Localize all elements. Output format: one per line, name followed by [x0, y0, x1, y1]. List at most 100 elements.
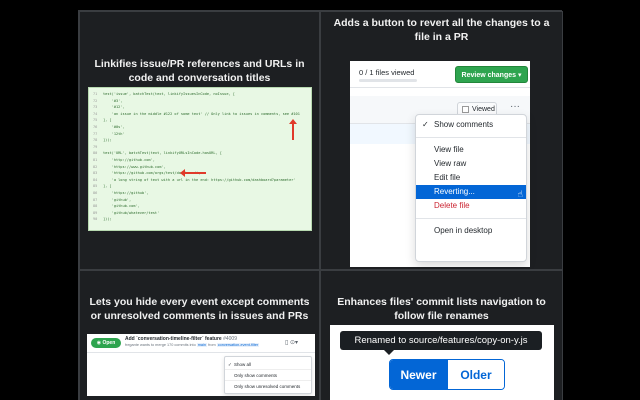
- line-text: ], [: [103, 184, 112, 189]
- older-button[interactable]: Older: [446, 360, 504, 389]
- menu-item-label: View raw: [434, 159, 467, 168]
- code-line: 81 'http://github.com',: [93, 157, 307, 164]
- pr-subtitle: fregante wants to merge 170 commits into…: [125, 343, 260, 347]
- line-number: 86: [93, 190, 98, 195]
- menu-item-label: Reverting...: [434, 187, 475, 196]
- line-text: '#0s',: [103, 124, 125, 129]
- filter-option[interactable]: Only show unresolved comments: [225, 381, 311, 392]
- line-text: ]));: [103, 138, 112, 143]
- line-number: 83: [93, 171, 98, 176]
- line-number: 73: [93, 105, 98, 110]
- line-number: 74: [93, 111, 98, 116]
- line-text: 'an issue in the middle #122 of some tex…: [103, 111, 300, 116]
- line-number: 78: [93, 138, 98, 143]
- menu-item-edit-file[interactable]: Edit file: [416, 171, 526, 185]
- code-line: 73 '#12',: [93, 104, 307, 111]
- base-branch[interactable]: main: [196, 343, 207, 347]
- menu-item-label: Open in desktop: [434, 226, 493, 235]
- commit-nav-buttons: Newer Older: [389, 359, 505, 390]
- pr-title: Add `conversation-timeline-filter` featu…: [125, 336, 237, 342]
- red-arrow-up-icon: [289, 119, 297, 140]
- review-changes-button[interactable]: Review changes ▾: [455, 66, 528, 83]
- files-viewed-count: 0 / 1 files viewed: [359, 68, 415, 77]
- caption-revert: Adds a button to revert all the changes …: [333, 17, 550, 43]
- pr-toolbar: 0 / 1 files viewed Review changes ▾: [350, 61, 530, 88]
- menu-separator: [416, 137, 526, 138]
- menu-item-label: Delete file: [434, 201, 470, 210]
- divider: [87, 352, 315, 353]
- cell-renames: Enhances files' commit lists navigation …: [320, 270, 563, 400]
- code-line: 90]));: [93, 216, 307, 223]
- filter-option[interactable]: Only show comments: [225, 370, 311, 381]
- viewed-label: Viewed: [472, 106, 495, 113]
- code-line: 76 '#0s',: [93, 124, 307, 131]
- red-arrow-left-icon: [180, 169, 206, 177]
- code-line: 87 'github',: [93, 197, 307, 204]
- line-number: 84: [93, 177, 98, 182]
- line-text: '#3',: [103, 98, 123, 103]
- line-number: 87: [93, 197, 98, 202]
- timeline-filter-menu: Show allOnly show commentsOnly show unre…: [224, 356, 312, 394]
- feature-grid: Linkifies issue/PR references and URLs i…: [78, 10, 563, 400]
- menu-item-open-in-desktop[interactable]: Open in desktop: [416, 224, 526, 238]
- timeline-screenshot: ◉ Open Add `conversation-timeline-filter…: [87, 334, 315, 396]
- code-line: 84 'a long string of text with a url in …: [93, 177, 307, 184]
- line-number: 82: [93, 164, 98, 169]
- line-number: 71: [93, 92, 98, 96]
- caption-timeline: Lets you hide every event except comment…: [89, 296, 310, 322]
- code-screenshot: 71 test('issue', batchTest(text, linkifyI…: [88, 87, 312, 231]
- filter-dropdown-icon[interactable]: ▯ ⊙▾: [285, 339, 298, 346]
- line-number: 81: [93, 157, 98, 162]
- line-text: 'github.com',: [103, 204, 140, 209]
- pr-files-screenshot: 0 / 1 files viewed Review changes ▾ View…: [350, 61, 530, 267]
- line-number: 88: [93, 204, 98, 209]
- line-text: 'https://github',: [103, 190, 149, 195]
- code-line: 79: [93, 144, 307, 151]
- line-text: test('issue', batchTest(text, linkifyIss…: [103, 92, 235, 96]
- code-line: 75], [: [93, 117, 307, 124]
- line-text: ], [: [103, 118, 112, 123]
- viewed-checkbox[interactable]: [462, 106, 469, 113]
- code-line: 78]));: [93, 137, 307, 144]
- menu-item-delete-file[interactable]: Delete file: [416, 199, 526, 213]
- pr-subtitle-text: fregante wants to merge 170 commits into: [125, 343, 196, 347]
- menu-item-view-raw[interactable]: View raw: [416, 157, 526, 171]
- newer-button[interactable]: Newer: [390, 360, 447, 389]
- menu-item-label: Show comments: [434, 120, 494, 129]
- line-number: 85: [93, 184, 98, 189]
- line-number: 76: [93, 124, 98, 129]
- code-line: 85 ], [: [93, 183, 307, 190]
- head-branch[interactable]: conversation-event-filter: [216, 343, 260, 347]
- line-number: 89: [93, 210, 98, 215]
- line-text: 'http://github.com',: [103, 157, 155, 162]
- code-line: 82 'https://www.github.com',: [93, 164, 307, 171]
- rename-nav-screenshot: Renamed to source/features/copy-on-y.js …: [330, 325, 554, 400]
- code-line: 74 'an issue in the middle #122 of some …: [93, 111, 307, 118]
- code-line: 89 'github/whatever/test': [93, 210, 307, 217]
- line-text: 'a long string of text with a url in the…: [103, 177, 296, 182]
- filter-option[interactable]: Show all: [225, 359, 311, 370]
- code-line: 86 'https://github',: [93, 190, 307, 197]
- open-badge: ◉ Open: [91, 338, 121, 348]
- files-viewed-progress: [359, 79, 417, 82]
- line-number: 80: [93, 151, 98, 156]
- pr-subtitle-from: from: [208, 343, 216, 347]
- menu-item-label: Edit file: [434, 173, 461, 182]
- cell-timeline: Lets you hide every event except comment…: [79, 270, 320, 400]
- menu-item-view-file[interactable]: View file: [416, 143, 526, 157]
- menu-separator: [416, 218, 526, 219]
- code-line: 80 test('URL', batchTest(text, linkifyURL…: [93, 150, 307, 157]
- line-text: '12th': [103, 131, 125, 136]
- caption-linkify: Linkifies issue/PR references and URLs i…: [94, 58, 305, 84]
- pr-number: #4009: [223, 336, 237, 342]
- line-text: 'github',: [103, 197, 132, 202]
- pr-title-text: Add `conversation-timeline-filter` featu…: [125, 336, 222, 342]
- line-number: 77: [93, 131, 98, 136]
- code-line: 77 '12th': [93, 131, 307, 138]
- code-line: 88 'github.com',: [93, 203, 307, 210]
- line-number: 72: [93, 98, 98, 103]
- menu-item-reverting[interactable]: Reverting... ☝: [416, 185, 526, 199]
- caption-renames: Enhances files' commit lists navigation …: [337, 296, 546, 322]
- code-line: 71 test('issue', batchTest(text, linkifyI…: [93, 91, 307, 98]
- menu-item-show-comments[interactable]: Show comments: [416, 118, 526, 132]
